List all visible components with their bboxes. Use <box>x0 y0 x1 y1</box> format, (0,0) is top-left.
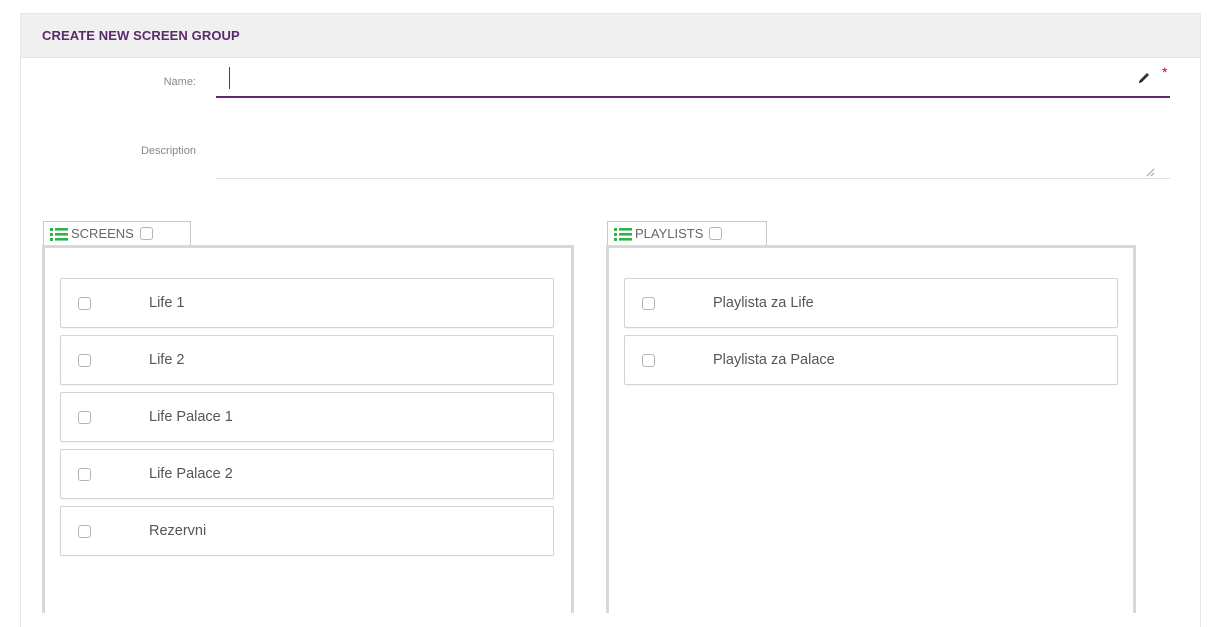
item-checkbox[interactable] <box>642 353 655 367</box>
list-item[interactable]: Playlista za Life <box>624 278 1118 328</box>
list-item[interactable]: Life Palace 1 <box>60 392 554 442</box>
screens-tab: SCREENS <box>43 221 191 245</box>
list-icon <box>614 227 632 241</box>
item-label: Playlista za Palace <box>713 352 835 368</box>
list-item[interactable]: Life 2 <box>60 335 554 385</box>
playlists-list: Playlista za Life Playlista za Palace <box>606 245 1136 613</box>
item-label: Life Palace 1 <box>149 409 233 425</box>
item-checkbox[interactable] <box>78 410 91 424</box>
pencil-icon <box>1139 73 1149 83</box>
description-label: Description <box>140 145 196 157</box>
screens-header-label: SCREENS <box>71 226 134 241</box>
resize-handle-icon[interactable] <box>1146 168 1155 177</box>
name-input[interactable] <box>216 60 1170 98</box>
item-label: Playlista za Life <box>713 295 814 311</box>
select-all-playlists-checkbox[interactable] <box>709 227 723 240</box>
list-item[interactable]: Rezervni <box>60 506 554 556</box>
list-icon <box>50 227 68 241</box>
playlists-header-label: PLAYLISTS <box>635 226 704 241</box>
item-label: Life 2 <box>149 352 185 368</box>
required-asterisk: * <box>1162 64 1168 80</box>
panel-title: CREATE NEW SCREEN GROUP <box>21 14 1200 58</box>
description-field[interactable] <box>216 134 1170 179</box>
item-checkbox[interactable] <box>78 353 91 367</box>
screens-list: Life 1 Life 2 Life Palace 1 Life Palace … <box>42 245 574 613</box>
item-label: Rezervni <box>149 523 207 539</box>
list-item[interactable]: Life 1 <box>60 278 554 328</box>
list-item[interactable]: Life Palace 2 <box>60 449 554 499</box>
item-checkbox[interactable] <box>78 524 91 538</box>
item-label: Life 1 <box>149 295 185 311</box>
list-item[interactable]: Playlista za Palace <box>624 335 1118 385</box>
item-checkbox[interactable] <box>78 296 91 310</box>
select-all-screens-checkbox[interactable] <box>139 227 153 240</box>
text-cursor <box>229 67 230 89</box>
item-checkbox[interactable] <box>642 296 655 310</box>
name-label: Name: <box>163 76 196 88</box>
playlists-tab: PLAYLISTS <box>607 221 767 245</box>
item-label: Life Palace 2 <box>149 466 233 482</box>
item-checkbox[interactable] <box>78 467 91 481</box>
